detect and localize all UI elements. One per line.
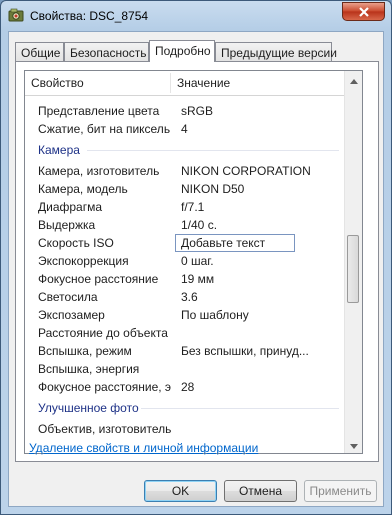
property-value: По шаблону — [181, 308, 249, 322]
tab-previous-versions[interactable]: Предыдущие версии — [215, 42, 337, 61]
property-name: Фокусное расстояние, э... — [38, 380, 171, 394]
property-name: Расстояние до объекта — [38, 326, 168, 340]
list-item[interactable]: Вспышка, режим Без вспышки, принуд... — [25, 342, 345, 360]
property-name: Объектив, изготовитель — [38, 422, 171, 436]
properties-window: Свойства: DSC_8754 Общие Безопасность По… — [0, 0, 392, 515]
property-value: Без вспышки, принуд... — [181, 344, 309, 358]
remove-properties-link[interactable]: Удаление свойств и личной информации — [29, 441, 258, 455]
arrow-down-icon — [349, 438, 358, 452]
column-header-property[interactable]: Свойство — [31, 76, 84, 90]
tab-label: Безопасность — [70, 46, 147, 60]
property-name: Выдержка — [38, 218, 96, 232]
property-name: Сжатие, бит на пиксель — [38, 122, 171, 136]
list-item[interactable]: Камера, изготовитель NIKON CORPORATION — [25, 162, 345, 180]
details-panel: Свойство Значение Представление цвета sR… — [15, 61, 379, 462]
property-name: Вспышка, режим — [38, 344, 132, 358]
property-name: Вспышка, энергия — [38, 362, 140, 376]
close-button[interactable] — [342, 2, 385, 21]
property-value: 4 — [181, 122, 188, 136]
list-item[interactable]: Фокусное расстояние, э... 28 — [25, 378, 345, 396]
property-name: Скорость ISO — [38, 236, 114, 250]
tab-general[interactable]: Общие — [15, 42, 64, 61]
property-value: 3.6 — [181, 290, 198, 304]
group-divider — [141, 408, 339, 409]
list-header: Свойство Значение — [25, 71, 345, 96]
list-item[interactable]: Расстояние до объекта — [25, 324, 345, 342]
property-name: Фокусное расстояние — [38, 272, 159, 286]
list-item[interactable]: Выдержка 1/40 с. — [25, 216, 345, 234]
list-item[interactable]: Светосила 3.6 — [25, 288, 345, 306]
property-value: NIKON D50 — [181, 182, 245, 196]
button-label: OK — [171, 484, 190, 498]
title-bar[interactable]: Свойства: DSC_8754 — [1, 1, 391, 31]
group-label: Камера — [38, 143, 80, 157]
scroll-up-button[interactable] — [345, 71, 362, 88]
property-name: Представление цвета — [38, 104, 160, 118]
cancel-button[interactable]: Отмена — [224, 480, 297, 502]
list-item[interactable]: Скорость ISO Добавьте текст — [25, 234, 345, 252]
property-value: f/7.1 — [181, 200, 205, 214]
ok-button[interactable]: OK — [144, 480, 217, 502]
column-header-value[interactable]: Значение — [177, 76, 230, 90]
property-name: Камера, изготовитель — [38, 164, 160, 178]
tab-security[interactable]: Безопасность — [64, 42, 149, 61]
property-value: 0 шаг. — [181, 254, 214, 268]
list-item[interactable]: Объектив, изготовитель — [25, 420, 345, 438]
property-value: 19 мм — [181, 272, 215, 286]
column-divider[interactable] — [170, 73, 171, 93]
list-item[interactable]: Сжатие, бит на пиксель 4 — [25, 120, 345, 138]
tab-label: Подробно — [155, 44, 211, 58]
arrow-up-icon — [349, 73, 358, 87]
group-divider — [87, 150, 339, 151]
list-item[interactable]: Камера, модель NIKON D50 — [25, 180, 345, 198]
image-file-icon — [8, 7, 24, 23]
list-item[interactable]: Экспокоррекция 0 шаг. — [25, 252, 345, 270]
button-label: Применить — [309, 484, 372, 498]
button-label: Отмена — [238, 484, 283, 498]
property-name: Экспокоррекция — [38, 254, 129, 268]
scroll-down-button[interactable] — [345, 436, 362, 453]
property-value: sRGB — [181, 104, 214, 118]
list-item[interactable]: Диафрагма f/7.1 — [25, 198, 345, 216]
scrollbar-thumb[interactable] — [347, 235, 359, 303]
tab-label: Предыдущие версии — [221, 46, 337, 60]
list-item[interactable]: Фокусное расстояние 19 мм — [25, 270, 345, 288]
property-name: Камера, модель — [38, 182, 128, 196]
vertical-scrollbar[interactable] — [344, 71, 362, 453]
close-icon — [358, 6, 370, 17]
window-title: Свойства: DSC_8754 — [30, 9, 149, 23]
iso-edit-text: Добавьте текст — [181, 236, 266, 250]
property-name: Светосила — [38, 290, 98, 304]
tab-details[interactable]: Подробно — [149, 40, 215, 62]
tab-label: Общие — [21, 46, 61, 60]
property-value: 28 — [181, 380, 195, 394]
iso-edit-field[interactable]: Добавьте текст — [175, 234, 295, 252]
property-value: NIKON CORPORATION — [181, 164, 311, 178]
property-name: Диафрагма — [38, 200, 103, 214]
group-label: Улучшенное фото — [38, 401, 139, 415]
properties-list[interactable]: Свойство Значение Представление цвета sR… — [24, 70, 363, 454]
apply-button[interactable]: Применить — [304, 480, 377, 502]
list-item[interactable]: Экспозамер По шаблону — [25, 306, 345, 324]
group-header-camera: Камера — [25, 141, 345, 159]
property-name: Экспозамер — [38, 308, 105, 322]
list-item[interactable]: Представление цвета sRGB — [25, 102, 345, 120]
group-header-enhanced-photo: Улучшенное фото — [25, 399, 345, 417]
list-item[interactable]: Вспышка, энергия — [25, 360, 345, 378]
dialog-client: Общие Безопасность Подробно Предыдущие в… — [8, 31, 384, 507]
property-value: 1/40 с. — [181, 218, 218, 232]
